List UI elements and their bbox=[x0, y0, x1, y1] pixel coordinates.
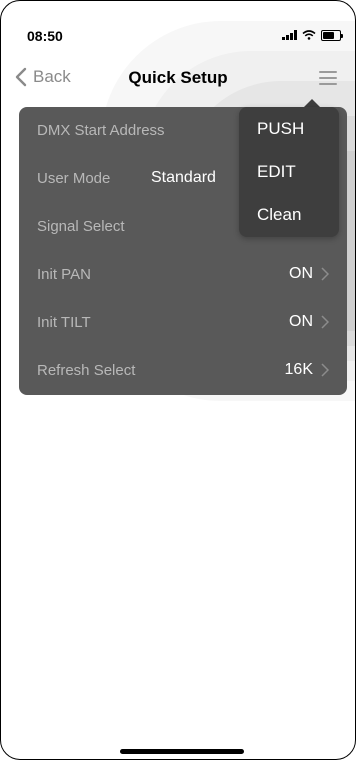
row-label: User Mode bbox=[37, 170, 111, 187]
row-refresh-select[interactable]: Refresh Select 16K bbox=[19, 347, 347, 395]
chevron-right-icon bbox=[321, 267, 329, 281]
wifi-icon bbox=[302, 30, 316, 40]
row-label: Refresh Select bbox=[37, 362, 136, 379]
row-label: Init PAN bbox=[37, 266, 91, 283]
phone-screen: 08:50 Back Quick Setup DMX Start Address… bbox=[0, 0, 356, 760]
menu-item-clean[interactable]: Clean bbox=[257, 205, 301, 225]
row-label: Init TILT bbox=[37, 314, 91, 331]
navigation-bar: Back Quick Setup bbox=[1, 61, 355, 97]
row-value: 16K bbox=[284, 361, 313, 378]
hamburger-menu-icon[interactable] bbox=[319, 71, 337, 85]
chevron-right-icon bbox=[321, 315, 329, 329]
status-bar: 08:50 bbox=[1, 1, 355, 45]
menu-item-push[interactable]: PUSH bbox=[257, 119, 304, 139]
home-indicator[interactable] bbox=[120, 749, 244, 754]
status-time: 08:50 bbox=[27, 28, 63, 44]
page-title: Quick Setup bbox=[128, 68, 228, 87]
row-value: ON bbox=[289, 313, 313, 330]
row-value: Standard bbox=[151, 169, 216, 186]
row-init-tilt[interactable]: Init TILT ON bbox=[19, 299, 347, 347]
row-label: Signal Select bbox=[37, 218, 125, 235]
signal-bars-icon bbox=[282, 30, 297, 40]
row-label: DMX Start Address bbox=[37, 122, 165, 139]
menu-item-edit[interactable]: EDIT bbox=[257, 162, 296, 182]
dropdown-menu: PUSH EDIT Clean bbox=[239, 107, 339, 237]
status-icons bbox=[282, 28, 343, 42]
row-init-pan[interactable]: Init PAN ON bbox=[19, 251, 347, 299]
chevron-right-icon bbox=[321, 363, 329, 377]
battery-icon bbox=[321, 29, 343, 41]
row-value: ON bbox=[289, 265, 313, 282]
